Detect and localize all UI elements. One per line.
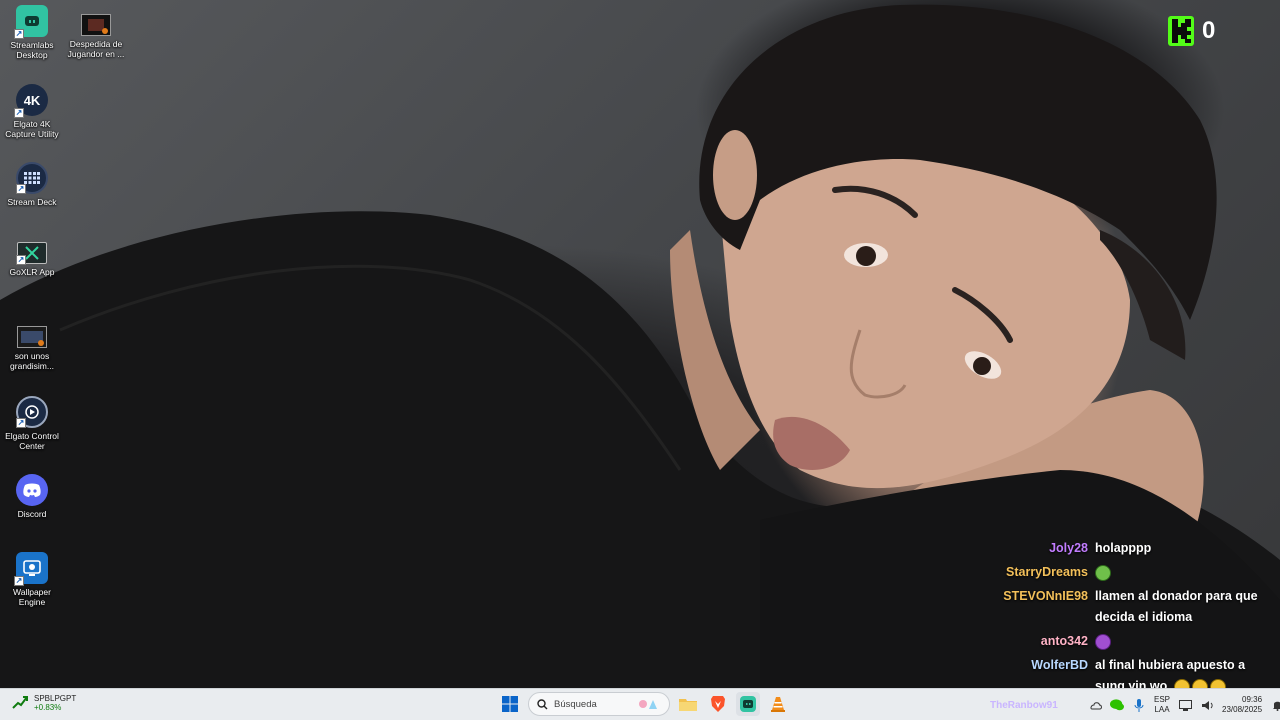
keyboard-layout: LAA (1154, 705, 1170, 714)
video-file-icon (81, 14, 111, 36)
chat-text (1095, 562, 1271, 583)
taskbar-streamlabs[interactable] (736, 692, 760, 716)
desktop-icon-elgato-control[interactable]: ↗ Elgato Control Center (0, 396, 64, 451)
desktop-icon-streamlabs[interactable]: ↗ Streamlabs Desktop (0, 5, 64, 60)
desktop-icon-discord[interactable]: Discord (0, 474, 64, 519)
desktop-icon-wallpaper-engine[interactable]: ↗ Wallpaper Engine (0, 552, 64, 607)
chat-username: Joly28 (1049, 541, 1088, 555)
taskbar-vlc[interactable] (766, 692, 790, 716)
start-button[interactable] (498, 692, 522, 716)
kick-viewer-counter: 0 (1168, 12, 1228, 50)
kick-viewer-count: 0 (1202, 17, 1216, 44)
cloud-icon[interactable] (1088, 698, 1102, 712)
taskbar-center: Búsqueda (498, 692, 790, 716)
elgato-4k-glyph: 4K (23, 92, 41, 108)
microphone-icon[interactable] (1132, 698, 1146, 712)
tray-ticker-text: TheRanbow91 (990, 699, 1058, 711)
chat-text: holapppp (1095, 541, 1152, 555)
search-icon (537, 698, 548, 709)
chat-username: STEVONnIE98 (1003, 589, 1088, 603)
desktop-icon-despedida-video[interactable]: Despedida de Jugandor en ... (64, 14, 128, 59)
desktop-icon-son-unos-video[interactable]: son unos grandisim... (0, 326, 64, 371)
taskbar-clock[interactable]: 09:36 23/08/2025 (1222, 695, 1262, 715)
taskbar-brave[interactable] (706, 692, 730, 716)
system-tray: TheRanbow91 ESP LAA 09:36 23/08/2025 (990, 689, 1280, 720)
desktop-icon-label: Discord (17, 509, 47, 519)
desktop-icon-label: GoXLR App (9, 267, 55, 277)
search-highlight-icon (639, 700, 657, 709)
network-icon[interactable] (1178, 698, 1192, 712)
stream-deck-icon: ↗ (16, 162, 48, 194)
chat-message: StarryDreams (960, 564, 1278, 583)
chat-message: Joly28 holapppp (960, 540, 1278, 559)
chat-overlay: Joly28 holapppp StarryDreams STEVONnIE98… (960, 540, 1278, 702)
stock-widget[interactable]: SPBLPGPT +0.83% (12, 694, 76, 712)
wallpaper-engine-icon: ↗ (14, 552, 48, 586)
elgato-control-icon: ↗ (16, 396, 48, 428)
taskbar: SPBLPGPT +0.83% Búsqueda TheRanbow91 ESP… (0, 688, 1280, 720)
chat-username: WolferBD (1031, 658, 1088, 672)
desktop-icon-label: Despedida de Jugandor en ... (67, 39, 125, 59)
desktop-icon-label: son unos grandisim... (10, 351, 54, 371)
vlc-icon (771, 697, 785, 712)
clock-date: 23/08/2025 (1222, 705, 1263, 714)
kick-logo-icon (1168, 16, 1194, 46)
stock-name: SPBLPGPT (34, 694, 77, 703)
chat-message: STEVONnIE98 llamen al donador para que d… (960, 588, 1278, 628)
goxlr-icon: ↗ (16, 242, 47, 265)
language-indicator[interactable]: ESP LAA (1154, 695, 1170, 715)
search-placeholder: Búsqueda (554, 698, 597, 710)
chat-text: llamen al donador para que decida el idi… (1095, 589, 1258, 624)
desktop-icon-label: Elgato Control Center (5, 431, 59, 451)
volume-icon[interactable] (1200, 698, 1214, 712)
windows-icon (502, 696, 518, 712)
frog-emote-icon (1095, 564, 1111, 581)
chat-username: StarryDreams (1006, 565, 1088, 579)
purple-emote-icon (1095, 633, 1111, 650)
wechat-icon[interactable] (1110, 698, 1124, 712)
desktop-icon-label: Elgato 4K Capture Utility (5, 119, 59, 139)
streamlabs-icon: ↗ (14, 5, 48, 39)
folder-icon (679, 699, 697, 711)
stock-chart-icon (12, 696, 28, 709)
clock-time: 09:36 (1242, 695, 1263, 704)
desktop-icon-goxlr[interactable]: ↗ GoXLR App (0, 242, 64, 277)
taskbar-file-explorer[interactable] (676, 692, 700, 716)
discord-icon (16, 474, 48, 506)
elgato-4k-icon: 4K ↗ (14, 84, 48, 118)
stock-change: +0.83% (34, 703, 62, 712)
taskbar-search[interactable]: Búsqueda (528, 692, 670, 716)
desktop-icon-label: Streamlabs Desktop (10, 40, 54, 60)
video-file-icon (17, 326, 47, 348)
notification-bell-icon[interactable] (1270, 698, 1280, 712)
desktop-icon-elgato-4k[interactable]: 4K ↗ Elgato 4K Capture Utility (0, 84, 64, 139)
desktop-icon-stream-deck[interactable]: ↗ Stream Deck (0, 162, 64, 207)
chat-message: anto342 (960, 633, 1278, 652)
streamlabs-icon (740, 696, 756, 712)
chat-text (1095, 631, 1271, 652)
chat-username: anto342 (1040, 634, 1088, 648)
desktop-icon-label: Wallpaper Engine (13, 587, 51, 607)
brave-icon (711, 696, 725, 712)
language-code: ESP (1154, 695, 1171, 704)
desktop-icon-label: Stream Deck (7, 197, 57, 207)
